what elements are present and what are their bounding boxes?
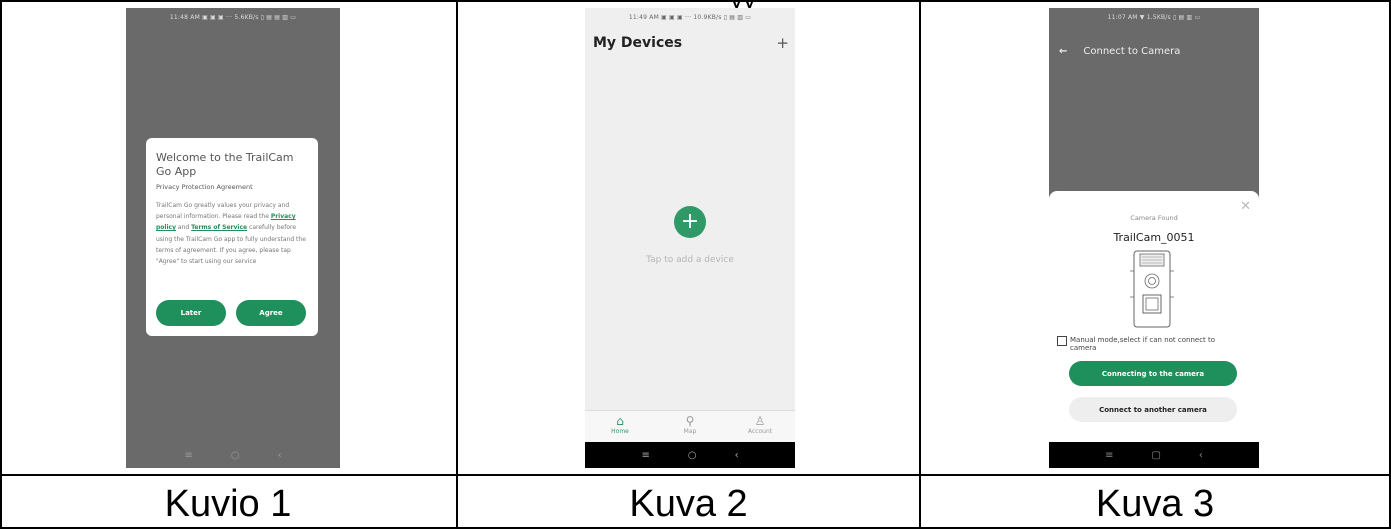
user-icon: ♙ <box>754 414 766 428</box>
screenshot-my-devices: 11:49 AM ▣ ▣ ▣ ··· 10.9KB/s ▯ ▤ ▥ ▭ My D… <box>585 8 795 468</box>
menu-icon[interactable]: ≡ <box>641 450 649 461</box>
manual-mode-option[interactable]: Manual mode,select if can not connect to… <box>1057 336 1257 352</box>
add-device-button[interactable]: + <box>674 206 706 238</box>
back-arrow-icon[interactable]: ← <box>1059 46 1067 57</box>
status-bar: 11:07 AM ▼ 1.5KB/s ▯ ▤ ▥ ▭ <box>1107 14 1201 21</box>
map-pin-icon: ⚲ <box>685 414 695 428</box>
tab-label: Home <box>611 428 629 435</box>
agree-button[interactable]: Agree <box>236 300 306 326</box>
home-square-icon[interactable]: ▢ <box>1151 450 1160 461</box>
caption-3: Kuva 3 <box>1095 483 1215 525</box>
camera-found-sheet: ✕ Camera Found TrailCam_0051 Manual mode… <box>1049 191 1259 442</box>
menu-icon[interactable]: ≡ <box>1105 450 1113 461</box>
trail-camera-illustration <box>1130 250 1174 328</box>
add-device-hint: Tap to add a device <box>646 255 734 265</box>
tab-label: Account <box>747 428 773 435</box>
manual-mode-label: Manual mode,select if can not connect to… <box>1070 336 1216 352</box>
system-nav-bar: ≡ ○ ‹ <box>126 442 340 468</box>
tab-account[interactable]: ♙ Account <box>735 414 785 435</box>
tab-map[interactable]: ⚲ Map <box>665 414 715 435</box>
screenshot-connect-camera: 11:07 AM ▼ 1.5KB/s ▯ ▤ ▥ ▭ ← Connect to C… <box>1049 8 1259 468</box>
terms-of-service-link[interactable]: Terms of Service <box>191 224 247 231</box>
home-icon: ⌂ <box>616 414 624 428</box>
add-device-header-button[interactable]: + <box>776 34 789 52</box>
manual-mode-checkbox[interactable] <box>1057 336 1067 346</box>
back-chevron-icon[interactable]: ‹ <box>278 450 282 461</box>
page-title: Connect to Camera <box>1083 46 1181 57</box>
screenshot-privacy-dialog: 11:48 AM ▣ ▣ ▣ ··· 5.6KB/s ▯ ▤ ▤ ▥ ▭ Wel… <box>126 8 340 468</box>
dialog-subtitle: Privacy Protection Agreement <box>156 183 253 191</box>
table-divider-2 <box>919 0 921 529</box>
home-circle-icon[interactable]: ○ <box>688 450 697 461</box>
connecting-button[interactable]: Connecting to the camera <box>1069 361 1237 386</box>
later-button[interactable]: Later <box>156 300 226 326</box>
dialog-body: TrailCam Go greatly values your privacy … <box>156 200 308 267</box>
privacy-dialog: Welcome to the TrailCam Go App Privacy P… <box>146 138 318 336</box>
table-border-top <box>0 0 1391 2</box>
dialog-title: Welcome to the TrailCam Go App <box>156 151 294 178</box>
system-nav-bar: ≡ ▢ ‹ <box>1049 442 1259 468</box>
body-text: and <box>176 224 192 232</box>
tab-label: Map <box>683 428 697 435</box>
body-text: TrailCam Go greatly values your privacy … <box>156 202 290 221</box>
bottom-tab-bar: ⌂ Home ⚲ Map ♙ Account <box>585 410 795 443</box>
camera-name: TrailCam_0051 <box>1113 231 1195 244</box>
connect-another-camera-button[interactable]: Connect to another camera <box>1069 397 1237 422</box>
menu-icon[interactable]: ≡ <box>184 450 192 461</box>
tab-home[interactable]: ⌂ Home <box>595 414 645 435</box>
status-bar: 11:48 AM ▣ ▣ ▣ ··· 5.6KB/s ▯ ▤ ▤ ▥ ▭ <box>169 14 297 21</box>
system-nav-bar: ≡ ○ ‹ <box>585 442 795 468</box>
close-icon[interactable]: ✕ <box>1240 199 1251 214</box>
caption-1: Kuvio 1 <box>164 483 292 525</box>
page-title: My Devices <box>593 35 683 51</box>
status-bar: 11:49 AM ▣ ▣ ▣ ··· 10.9KB/s ▯ ▤ ▥ ▭ <box>628 14 752 21</box>
table-border-middle <box>0 474 1391 476</box>
caption-2: Kuva 2 <box>629 483 748 525</box>
table-divider-1 <box>456 0 458 529</box>
back-chevron-icon[interactable]: ‹ <box>735 450 739 461</box>
table-border-left <box>0 0 2 529</box>
camera-found-label: Camera Found <box>1130 214 1178 222</box>
header: ← Connect to Camera <box>1059 46 1180 57</box>
back-chevron-icon[interactable]: ‹ <box>1199 450 1203 461</box>
home-circle-icon[interactable]: ○ <box>231 450 240 461</box>
